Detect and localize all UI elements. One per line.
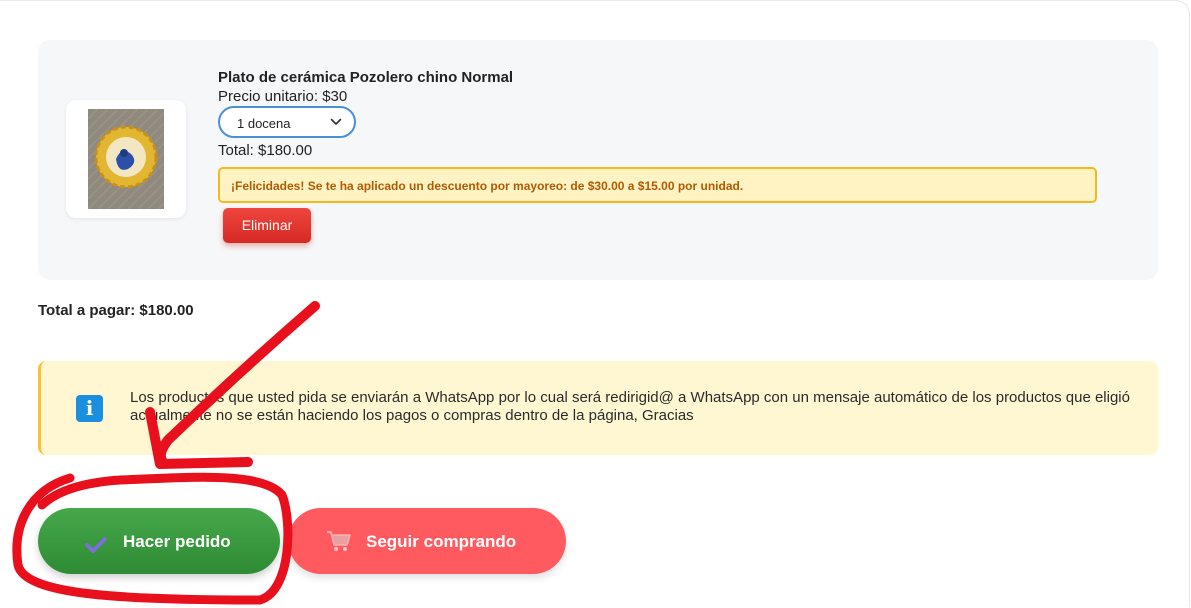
- ceramic-plate-photo: [88, 109, 164, 209]
- info-icon: i: [76, 395, 103, 422]
- checkmark-icon: [85, 537, 107, 553]
- info-text: Los productos que usted pida se enviarán…: [130, 389, 1130, 424]
- order-button[interactable]: Hacer pedido: [38, 508, 280, 574]
- continue-shopping-button[interactable]: Seguir comprando: [288, 508, 566, 574]
- delete-button[interactable]: Eliminar: [223, 208, 311, 243]
- order-button-label: Hacer pedido: [123, 532, 231, 551]
- discount-alert: ¡Felicidades! Se te ha aplicado un descu…: [218, 167, 1097, 203]
- continue-shopping-label: Seguir comprando: [366, 532, 517, 551]
- cart-item-card: [38, 40, 1158, 280]
- grand-total: Total a pagar: $180.00: [38, 302, 194, 319]
- product-name: Plato de cerámica Pozolero chino Normal: [218, 69, 514, 86]
- line-total: Total: $180.00: [218, 142, 313, 159]
- product-image: [66, 100, 186, 218]
- quantity-select[interactable]: 1 docena: [218, 106, 356, 138]
- cart-icon: [327, 531, 351, 551]
- unit-price: Precio unitario: $30: [218, 88, 348, 105]
- discount-message: ¡Felicidades! Se te ha aplicado un descu…: [231, 179, 744, 193]
- quantity-select-value: 1 docena: [237, 116, 291, 131]
- chevron-down-icon: [330, 118, 342, 126]
